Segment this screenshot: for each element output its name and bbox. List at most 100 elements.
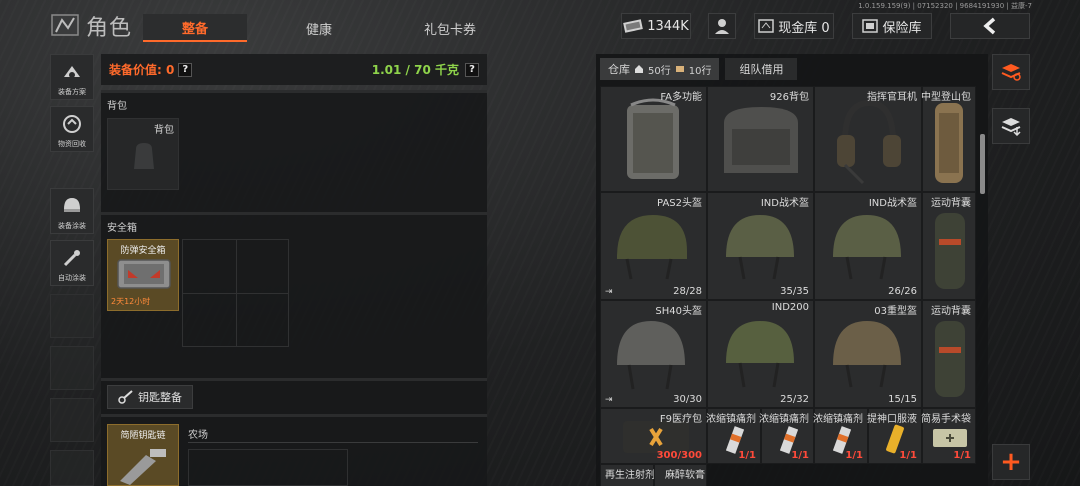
surgery-kit-icon bbox=[933, 429, 967, 447]
item-fa-multi-bag[interactable]: FA多功能 bbox=[600, 86, 707, 192]
farm-label: 农场 bbox=[188, 430, 208, 441]
item-anesthetic-ointment[interactable]: 麻醉软膏 bbox=[654, 464, 707, 486]
warehouse-tabs: 仓库 50行 10行 组队借用 bbox=[600, 58, 798, 80]
item-ind-tactical-helmet-2[interactable]: IND战术盔 26/26 bbox=[814, 192, 922, 300]
item-painkiller-3[interactable]: 浓缩镇痛剂 1/1 bbox=[813, 408, 868, 464]
empty-side-slot bbox=[50, 450, 94, 486]
home-icon bbox=[635, 65, 643, 73]
item-926-backpack[interactable]: 926背包 bbox=[707, 86, 814, 192]
item-pas2-helmet[interactable]: PAS2头盔 ⇥ 28/28 bbox=[600, 192, 707, 300]
safebox-section-label: 安全箱 bbox=[107, 223, 137, 234]
helmet-icon bbox=[833, 321, 901, 388]
item-commander-headset[interactable]: 指挥官耳机 bbox=[814, 86, 922, 192]
equipment-value: 装备价值: 0 ? bbox=[109, 61, 193, 78]
transfer-icon: ⇥ bbox=[605, 395, 613, 405]
back-button[interactable] bbox=[950, 13, 1030, 39]
add-button[interactable]: + bbox=[992, 444, 1030, 480]
bag-icon bbox=[627, 98, 679, 179]
item-medium-hiking-bag[interactable]: 中型登山包 bbox=[921, 86, 976, 192]
sports-pack-icon bbox=[935, 321, 965, 397]
help-icon[interactable]: ? bbox=[178, 62, 193, 77]
divider bbox=[101, 90, 487, 93]
helmet-icon bbox=[726, 215, 794, 280]
recycle-button[interactable]: 物资回收 bbox=[50, 106, 94, 152]
stack-sort-icon bbox=[1001, 118, 1021, 136]
item-energy-drink[interactable]: 提神口服液 1/1 bbox=[867, 408, 922, 464]
backpack-section-label: 背包 bbox=[107, 101, 127, 112]
vault-button[interactable]: 保险库 bbox=[852, 13, 932, 39]
empty-side-slot bbox=[50, 346, 94, 390]
item-surgery-kit[interactable]: 简易手术袋 1/1 bbox=[921, 408, 976, 464]
money-icon bbox=[623, 19, 644, 33]
tab-loadout[interactable]: 整备 bbox=[143, 14, 247, 42]
farm-grid[interactable] bbox=[188, 449, 348, 486]
hiking-bag-icon bbox=[935, 103, 963, 183]
divider bbox=[101, 212, 487, 215]
headset-icon bbox=[837, 99, 901, 185]
version-text: 1.0.159.159(9) | 07152320 | 9684191930 |… bbox=[858, 2, 1032, 10]
sports-pack-icon bbox=[935, 213, 965, 289]
transfer-icon: ⇥ bbox=[605, 287, 613, 297]
helmet-icon bbox=[617, 321, 685, 390]
sort-button[interactable] bbox=[992, 108, 1030, 144]
coin-amount: 1344K bbox=[647, 18, 689, 34]
helmet-icon bbox=[617, 215, 687, 280]
item-painkiller[interactable]: 浓缩镇痛剂 1/1 bbox=[706, 408, 761, 464]
tab-team-borrow[interactable]: 组队借用 bbox=[725, 58, 798, 80]
safebox-timer: 2天12小时 bbox=[111, 297, 151, 306]
agent-button[interactable] bbox=[708, 13, 736, 39]
item-painkiller-2[interactable]: 浓缩镇痛剂 1/1 bbox=[759, 408, 814, 464]
item-sh40-helmet[interactable]: SH40头盔 ⇥ 30/30 bbox=[600, 300, 707, 408]
layers-icon bbox=[1001, 64, 1021, 81]
loadout-icon bbox=[64, 66, 80, 78]
helmet-icon bbox=[833, 215, 901, 280]
top-tabs: 整备 健康 礼包卡券 bbox=[143, 14, 529, 42]
item-ind200-helmet[interactable]: IND200 25/32 bbox=[707, 300, 814, 408]
backpack-silhouette-icon bbox=[134, 143, 154, 169]
chevron-left-icon bbox=[983, 17, 996, 35]
layer-switch-button[interactable] bbox=[992, 54, 1030, 90]
item-sports-pack[interactable]: 运动背囊 bbox=[922, 192, 976, 300]
help-icon[interactable]: ? bbox=[465, 62, 479, 77]
page-title: 角色 bbox=[86, 16, 133, 41]
keychain-icon bbox=[120, 449, 166, 485]
item-sports-pack-2[interactable]: 运动背囊 bbox=[922, 300, 976, 408]
backpack-slot[interactable]: 背包 bbox=[107, 118, 179, 190]
paint-helmet-icon bbox=[64, 198, 80, 212]
farm-divider bbox=[188, 442, 478, 443]
auto-paint-icon bbox=[63, 250, 80, 267]
item-regen-injection[interactable]: 再生注射剂 bbox=[600, 464, 655, 486]
safebox-slot[interactable]: 防弹安全箱 2天12小时 bbox=[107, 239, 179, 311]
empty-side-slot bbox=[50, 294, 94, 338]
coin-balance[interactable]: 1344K bbox=[621, 13, 691, 39]
tab-warehouse[interactable]: 仓库 50行 10行 bbox=[600, 58, 720, 80]
auto-paint-button[interactable]: 自动涂装 bbox=[50, 240, 94, 286]
warehouse-scrollbar[interactable] bbox=[980, 134, 985, 194]
cash-vault-button[interactable]: 现金库 0 bbox=[754, 13, 834, 39]
recycle-icon bbox=[63, 115, 81, 133]
divider bbox=[101, 378, 487, 381]
loadout-plan-button[interactable]: 装备方案 bbox=[50, 54, 94, 100]
item-f9-medkit[interactable]: F9医疗包 300/300 bbox=[600, 408, 707, 464]
safebox-grid[interactable] bbox=[182, 239, 289, 347]
tab-gift-cards[interactable]: 礼包卡券 bbox=[391, 14, 509, 42]
item-03-heavy-helmet[interactable]: 03重型盔 15/15 bbox=[814, 300, 922, 408]
item-ind-tactical-helmet[interactable]: IND战术盔 35/35 bbox=[707, 192, 814, 300]
empty-side-slot bbox=[50, 398, 94, 442]
warehouse-item-grid: FA多功能 926背包 指挥官耳机 中型登山包 PAS2头盔 ⇥ 28/28 I… bbox=[600, 86, 976, 486]
keychain-slot[interactable]: 简陋钥匙链 bbox=[107, 424, 179, 486]
character-logo-icon bbox=[51, 14, 79, 36]
key-icon bbox=[118, 390, 133, 404]
tab-health[interactable]: 健康 bbox=[267, 14, 371, 42]
cash-icon bbox=[758, 19, 775, 33]
ticket-icon bbox=[675, 66, 684, 72]
weight-display: 1.01 / 70 千克 ? bbox=[372, 61, 479, 78]
helmet-icon bbox=[726, 321, 794, 388]
paint-button[interactable]: 装备涂装 bbox=[50, 188, 94, 234]
equipment-header: 装备价值: 0 ? 1.01 / 70 千克 ? bbox=[101, 54, 487, 85]
divider bbox=[101, 414, 487, 417]
key-loadout-button[interactable]: 钥匙整备 bbox=[107, 385, 193, 409]
agent-icon bbox=[715, 19, 729, 34]
safebox-icon bbox=[117, 259, 171, 289]
backpack-icon bbox=[724, 107, 798, 173]
